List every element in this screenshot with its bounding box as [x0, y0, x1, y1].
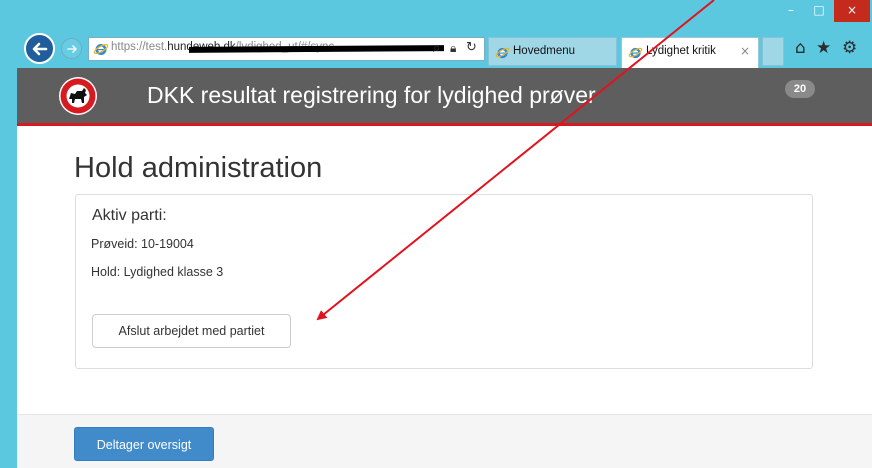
tab-hovedmenu[interactable]: Hovedmenu — [488, 37, 617, 66]
refresh-icon[interactable]: ↻ — [466, 40, 477, 55]
ie-tab-icon — [495, 47, 510, 59]
panel-heading: Aktiv parti: — [92, 207, 167, 224]
forward-arrow-icon — [66, 44, 77, 53]
ie-tab-icon — [628, 47, 643, 59]
tab-label: Hovedmenu — [513, 45, 576, 57]
page-title: Hold administration — [74, 152, 323, 184]
tab-lydighet-kritik[interactable]: Lydighet kritik × — [621, 37, 759, 68]
notification-badge[interactable]: 20 — [785, 80, 815, 98]
home-icon[interactable]: ⌂ — [795, 38, 806, 58]
back-arrow-icon — [32, 42, 47, 55]
class-text: Hold: Lydighed klasse 3 — [91, 265, 224, 279]
finish-party-button[interactable]: Afslut arbejdet med partiet — [92, 314, 291, 348]
tab-label: Lydighet kritik — [646, 45, 716, 57]
star-icon[interactable]: ★ — [816, 38, 831, 58]
redaction-mark — [188, 45, 445, 53]
page-viewport: DKK resultat registrering for lydighed p… — [17, 68, 872, 468]
page-footer: Deltager oversigt — [17, 414, 872, 468]
window-titlebar: – □ × — [0, 0, 872, 30]
participant-overview-button[interactable]: Deltager oversigt — [74, 427, 214, 461]
close-window-button[interactable]: × — [834, 0, 870, 22]
close-tab-icon[interactable]: × — [740, 44, 750, 58]
trial-id-text: Prøveid: 10-19004 — [91, 237, 194, 251]
app-title: DKK resultat registrering for lydighed p… — [147, 82, 596, 108]
forward-button[interactable] — [61, 38, 82, 59]
search-icon[interactable]: ⌕ — [433, 41, 440, 56]
maximize-button[interactable]: □ — [806, 0, 832, 22]
lock-icon[interactable]: 🔒︎ — [450, 41, 456, 56]
gear-icon[interactable]: ⚙ — [842, 38, 857, 58]
new-tab-button[interactable] — [762, 37, 784, 66]
active-party-panel: Aktiv parti: Prøveid: 10-19004 Hold: Lyd… — [75, 194, 813, 369]
dkk-logo — [59, 77, 97, 115]
back-button[interactable] — [24, 33, 55, 64]
ie-page-icon — [93, 43, 109, 55]
minimize-button[interactable]: – — [778, 0, 804, 22]
app-header: DKK resultat registrering for lydighed p… — [17, 68, 872, 126]
address-bar[interactable]: https://test.hundeweb.dk/lydighed_ut/#/s… — [88, 37, 485, 61]
